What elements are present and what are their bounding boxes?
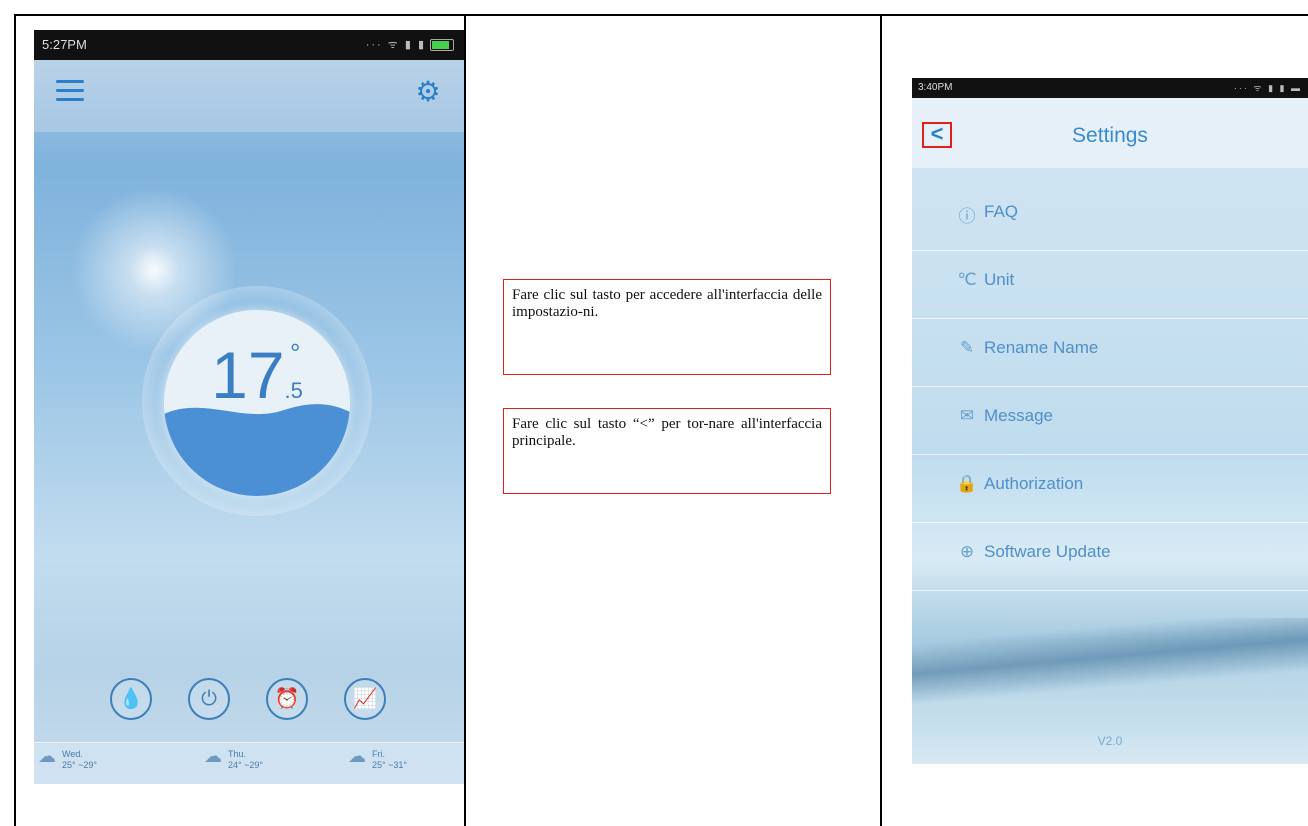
cloud-rain-icon: ☁: [204, 746, 222, 766]
forecast-day: ☁ Fri. 25° ~31°: [348, 747, 407, 771]
humidity-button[interactable]: 💧: [110, 678, 152, 720]
chart-button[interactable]: 📈: [344, 678, 386, 720]
cloud-icon: ☁: [348, 746, 366, 766]
note-settings: Fare clic sul tasto per accedere all'int…: [503, 279, 831, 375]
humidity-icon: 💧: [118, 688, 144, 710]
top-bar: [34, 60, 464, 132]
background-blur: [912, 618, 1308, 708]
settings-item-label: Rename Name: [984, 338, 1099, 357]
status-icons: ··· ᯤ ▮ ▮ ▬: [1233, 83, 1302, 93]
temperature-readout: 17.5 °: [164, 338, 350, 408]
chart-icon: 📈: [352, 688, 378, 710]
version-label: V2.0: [1097, 734, 1123, 748]
degree-symbol: °: [290, 338, 301, 368]
settings-screen: 3:40PM ··· ᯤ ▮ ▮ ▬ < Settings ⓘ FAQ ℃ Un…: [912, 78, 1308, 764]
bottom-dock: [34, 666, 464, 738]
gear-icon[interactable]: ⚙: [414, 78, 442, 106]
forecast-day-label: Fri.: [372, 749, 385, 759]
menu-icon[interactable]: [56, 80, 84, 102]
cloud-rain-icon: ☁: [38, 746, 56, 766]
alarm-button[interactable]: ⏰: [266, 678, 308, 720]
forecast-range: 24° ~29°: [228, 760, 263, 770]
status-bar: 5:27PM ··· ᯤ ▮ ▮: [34, 30, 464, 60]
page-title: Settings: [1072, 124, 1148, 147]
battery-icon: [430, 39, 454, 52]
settings-item-message[interactable]: ✉ Message: [912, 386, 1308, 455]
settings-item-software-update[interactable]: ⊕ Software Update: [912, 522, 1308, 591]
forecast-range: 25° ~29°: [62, 760, 97, 770]
lock-icon: 🔒: [956, 474, 978, 493]
forecast-day-label: Wed.: [62, 749, 83, 759]
settings-item-label: Message: [984, 406, 1053, 425]
settings-header: < Settings: [912, 98, 1308, 168]
alarm-icon: ⏰: [274, 688, 300, 710]
table-divider-2: [880, 14, 882, 826]
settings-item-label: FAQ: [984, 202, 1019, 221]
temperature-integer: 17: [211, 338, 285, 412]
table-divider-1: [464, 14, 466, 826]
pencil-icon: ✎: [959, 338, 975, 357]
weather-forecast: ☁ Wed. 25° ~29° ☁ Thu. 24° ~29° ☁ Fri. 2…: [34, 742, 464, 784]
temperature-decimal: .5: [284, 378, 303, 403]
status-time: 5:27PM: [42, 37, 87, 52]
power-button[interactable]: ⏻: [188, 678, 230, 720]
celsius-icon: ℃: [957, 270, 977, 289]
settings-item-faq[interactable]: ⓘ FAQ: [912, 182, 1308, 251]
main-screen: 5:27PM ··· ᯤ ▮ ▮ ⚙ 17.5 ° 💧 ⏻ ⏰ 📈 ☁ Wed.…: [34, 30, 464, 784]
note-back: Fare clic sul tasto “<” per tor-nare all…: [503, 408, 831, 494]
settings-item-authorization[interactable]: 🔒 Authorization: [912, 454, 1308, 523]
settings-item-label: Software Update: [984, 542, 1111, 561]
settings-item-label: Unit: [984, 270, 1015, 289]
forecast-day: ☁ Wed. 25° ~29°: [38, 747, 97, 771]
settings-item-unit[interactable]: ℃ Unit: [912, 250, 1308, 319]
forecast-day-label: Thu.: [228, 749, 247, 759]
envelope-icon: ✉: [959, 406, 975, 425]
status-time: 3:40PM: [918, 82, 953, 93]
info-icon: ⓘ: [958, 207, 976, 226]
settings-item-label: Authorization: [984, 474, 1084, 493]
power-icon: ⏻: [201, 688, 217, 710]
settings-item-rename[interactable]: ✎ Rename Name: [912, 318, 1308, 387]
globe-icon: ⊕: [959, 542, 975, 561]
status-icons: ··· ᯤ ▮ ▮: [366, 30, 454, 60]
forecast-day: ☁ Thu. 24° ~29°: [204, 747, 263, 771]
temperature-dial[interactable]: 17.5 °: [164, 310, 350, 496]
forecast-range: 25° ~31°: [372, 760, 407, 770]
status-bar: 3:40PM ··· ᯤ ▮ ▮ ▬: [912, 78, 1308, 98]
